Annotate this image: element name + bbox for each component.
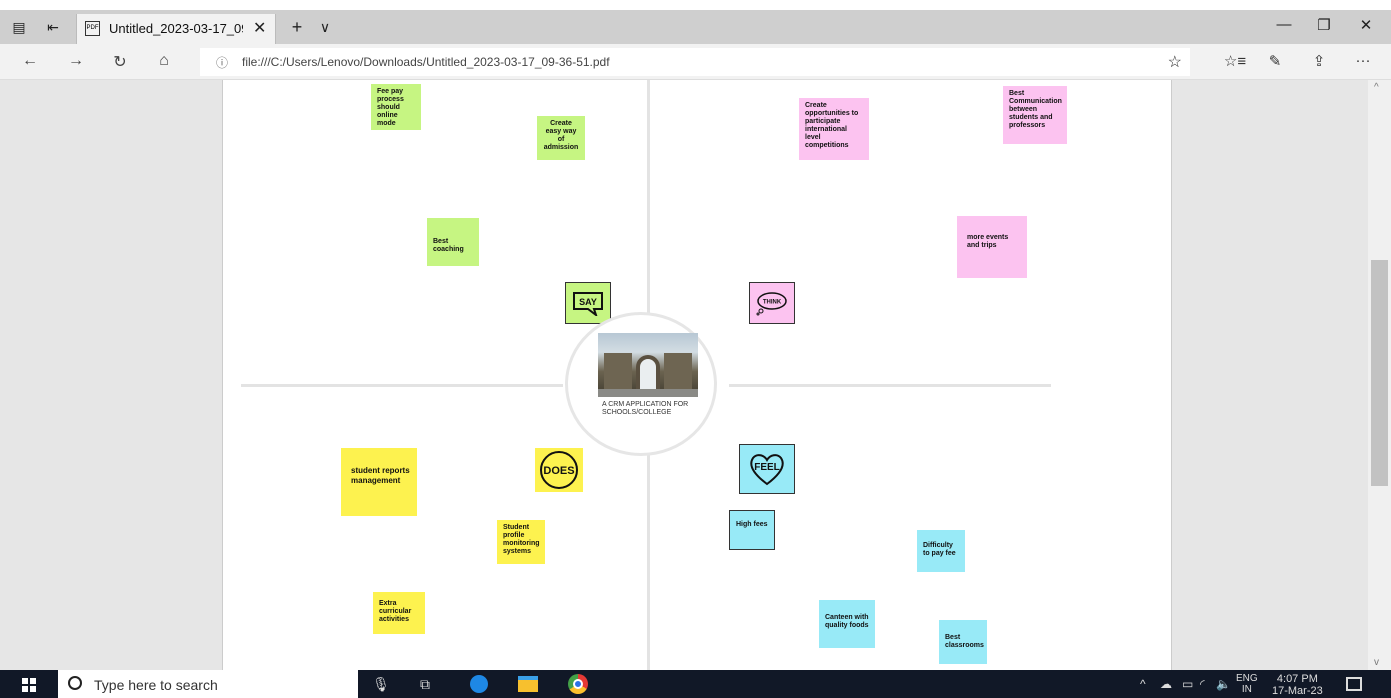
sticky-note: Create easy way of admission xyxy=(537,116,585,160)
forward-icon[interactable]: → xyxy=(64,52,88,70)
horizontal-divider-right xyxy=(729,384,1051,387)
sticky-note: Best coaching xyxy=(427,218,479,266)
battery-icon[interactable]: ▭ xyxy=(1182,677,1193,691)
back-icon[interactable]: ← xyxy=(18,52,42,70)
favorites-icon[interactable]: ☆≡ xyxy=(1222,52,1248,70)
sticky-note: Student profile monitoring systems xyxy=(497,520,545,564)
microphone-icon[interactable]: 🎙 xyxy=(370,674,392,694)
file-explorer-icon[interactable] xyxy=(518,676,538,692)
task-view-icon[interactable]: ⧉ xyxy=(414,674,436,694)
url-field[interactable]: ⓘ file:///C:/Users/Lenovo/Downloads/Unti… xyxy=(200,48,1190,76)
sticky-note: Fee pay process should online mode xyxy=(371,84,421,130)
network-icon[interactable]: ☁ xyxy=(1160,677,1172,691)
clock-date: 17-Mar-23 xyxy=(1272,685,1323,697)
refresh-icon[interactable]: ↻ xyxy=(108,52,132,72)
wifi-icon[interactable]: ◜ xyxy=(1200,677,1205,691)
scroll-down-icon[interactable]: v xyxy=(1374,657,1379,668)
sticky-note: Canteen with quality foods xyxy=(819,600,875,648)
close-tab-icon[interactable]: ✕ xyxy=(253,18,266,38)
clock[interactable]: 4:07 PM 17-Mar-23 xyxy=(1272,673,1323,697)
horizontal-divider-left xyxy=(241,384,563,387)
address-bar: ← → ↻ ⌂ ⓘ file:///C:/Users/Lenovo/Downlo… xyxy=(0,44,1391,80)
sticky-note: Extra curricular activities xyxy=(373,592,425,634)
scroll-up-icon[interactable]: ^ xyxy=(1374,82,1379,93)
home-icon[interactable]: ⌂ xyxy=(152,52,176,70)
pen-icon[interactable]: ✎ xyxy=(1262,52,1288,70)
show-hidden-icons-icon[interactable]: ^ xyxy=(1140,677,1146,691)
circle-icon: DOES xyxy=(540,451,578,489)
taskbar-search[interactable]: Type here to search xyxy=(58,670,358,698)
pdf-page: Fee pay process should online mode Creat… xyxy=(222,80,1172,670)
language-indicator[interactable]: ENG IN xyxy=(1236,673,1258,695)
center-circle: A CRM APPLICATION FOR SCHOOLS/COLLEGE xyxy=(565,312,717,456)
center-caption: A CRM APPLICATION FOR SCHOOLS/COLLEGE xyxy=(602,401,689,416)
close-window-icon[interactable]: ✕ xyxy=(1346,16,1386,34)
more-icon[interactable]: ··· xyxy=(1350,52,1376,69)
sticky-note: student reports management xyxy=(341,448,417,516)
pdf-icon: PDF xyxy=(85,21,100,36)
vertical-scrollbar[interactable]: ^ v xyxy=(1368,80,1391,670)
url-text: file:///C:/Users/Lenovo/Downloads/Untitl… xyxy=(242,55,610,69)
college-photo xyxy=(598,333,698,397)
feel-badge: FEEL xyxy=(739,444,795,494)
maximize-icon[interactable]: ❐ xyxy=(1304,16,1344,34)
top-strip xyxy=(0,0,1391,10)
scrollbar-thumb[interactable] xyxy=(1371,260,1388,486)
pdf-viewer[interactable]: Fee pay process should online mode Creat… xyxy=(0,80,1391,670)
tab-pdf[interactable]: PDF Untitled_2023-03-17_09 ✕ xyxy=(76,14,276,44)
think-label: THINK xyxy=(763,300,782,306)
sticky-note: Best Communication between students and … xyxy=(1003,86,1067,144)
sticky-note: High fees xyxy=(729,510,775,550)
think-badge: THINK xyxy=(749,282,795,324)
sticky-note: Difficulty to pay fee xyxy=(917,530,965,572)
share-icon[interactable]: ⇪ xyxy=(1306,52,1332,70)
tab-dropdown-icon[interactable]: ∨ xyxy=(316,18,334,36)
say-badge: SAY xyxy=(565,282,611,324)
language-code: ENG xyxy=(1236,673,1258,684)
taskbar: Type here to search 🎙 ⧉ ^ ☁ ▭ ◜ 🔈 ENG IN… xyxy=(0,670,1391,698)
info-icon[interactable]: ⓘ xyxy=(216,54,228,71)
volume-icon[interactable]: 🔈 xyxy=(1216,677,1231,691)
sticky-note: Create opportunities to participate inte… xyxy=(799,98,869,160)
edge-icon[interactable] xyxy=(470,675,488,693)
set-aside-tabs-icon[interactable]: ⇤ xyxy=(44,18,62,36)
tab-bar: ▤ ⇤ PDF Untitled_2023-03-17_09 ✕ + ∨ — ❐… xyxy=(0,10,1391,44)
search-placeholder: Type here to search xyxy=(94,677,218,693)
notifications-icon[interactable] xyxy=(1346,677,1362,691)
cortana-icon xyxy=(68,676,82,690)
new-tab-icon[interactable]: + xyxy=(288,18,306,36)
region-code: IN xyxy=(1241,684,1252,695)
say-label: SAY xyxy=(579,297,597,307)
thought-cloud-icon: THINK xyxy=(756,292,787,316)
speech-bubble-icon: SAY xyxy=(573,292,603,316)
windows-start-icon[interactable] xyxy=(22,678,36,692)
clock-time: 4:07 PM xyxy=(1276,673,1318,685)
heart-icon: FEEL xyxy=(750,454,784,486)
sticky-note: Best classrooms xyxy=(939,620,987,664)
tab-actions-icon[interactable]: ▤ xyxy=(10,18,28,36)
does-badge: DOES xyxy=(535,448,583,492)
favorite-star-icon[interactable]: ☆ xyxy=(1168,52,1182,72)
sticky-note: more events and trips xyxy=(957,216,1027,278)
tab-title: Untitled_2023-03-17_09 xyxy=(109,21,243,36)
chrome-icon[interactable] xyxy=(568,674,588,694)
minimize-icon[interactable]: — xyxy=(1264,16,1304,33)
does-label: DOES xyxy=(543,465,574,477)
feel-label: FEEL xyxy=(754,462,780,473)
